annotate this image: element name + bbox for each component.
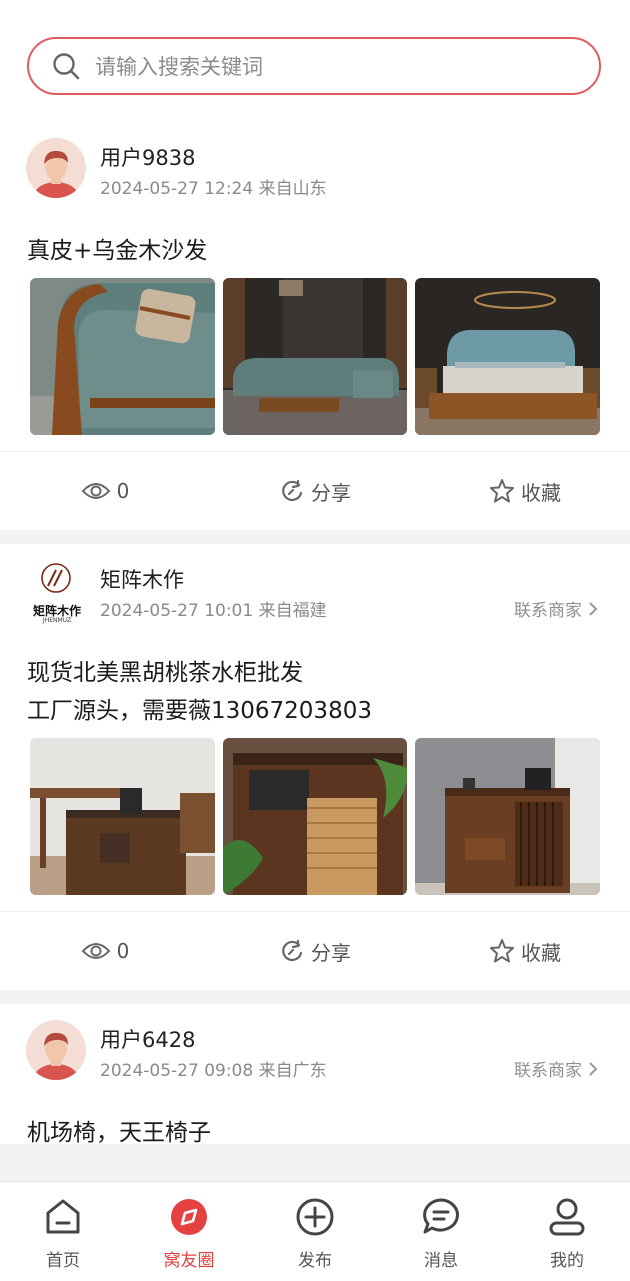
post-text-line: 现货北美黑胡桃茶水柜批发 bbox=[27, 660, 303, 686]
search-bar[interactable]: 请输入搜索关键词 bbox=[27, 37, 601, 95]
post-header: 矩阵木作 JHENMUZ 矩阵木作 2024-05-27 10:01 来自福建 … bbox=[0, 544, 630, 640]
post-actions: 0 分享 收藏 bbox=[0, 451, 630, 530]
post-header: 用户6428 2024-05-27 09:08 来自广东 联系商家 bbox=[0, 1004, 630, 1100]
collect-button[interactable]: 收藏 bbox=[420, 937, 630, 966]
avatar[interactable] bbox=[26, 1020, 86, 1080]
tab-circle[interactable]: 窝友圈 bbox=[126, 1182, 252, 1281]
contact-merchant-link[interactable]: 联系商家 bbox=[514, 1056, 598, 1081]
post-photo[interactable] bbox=[30, 738, 215, 895]
post-text-line: 工厂源头，需要薇13067203803 bbox=[27, 698, 372, 724]
share-label: 分享 bbox=[311, 480, 351, 505]
contact-merchant-label: 联系商家 bbox=[514, 601, 582, 621]
share-icon bbox=[282, 939, 303, 962]
chevron-right-icon bbox=[589, 1061, 598, 1076]
tab-label: 首页 bbox=[46, 1251, 80, 1271]
post-actions: 0 分享 收藏 bbox=[0, 911, 630, 990]
post-meta: 2024-05-27 09:08 来自广东 bbox=[100, 1061, 327, 1081]
merchant-logo-subtext: JHENMUZ bbox=[42, 617, 72, 624]
home-icon bbox=[46, 1199, 80, 1234]
post-photo[interactable] bbox=[415, 738, 601, 895]
top-bar: 请输入搜索关键词 bbox=[0, 0, 630, 122]
message-icon bbox=[423, 1198, 459, 1234]
post-meta: 2024-05-27 10:01 来自福建 bbox=[100, 601, 327, 621]
bottom-tab-bar: 首页 窝友圈 发布 消息 我的 bbox=[0, 1181, 630, 1281]
plus-circle-icon bbox=[296, 1198, 334, 1236]
tab-label: 我的 bbox=[550, 1251, 584, 1271]
tab-home[interactable]: 首页 bbox=[0, 1182, 126, 1281]
view-count-value: 0 bbox=[116, 939, 130, 963]
share-button[interactable]: 分享 bbox=[210, 477, 420, 506]
post-photo[interactable] bbox=[222, 278, 408, 435]
view-count-value: 0 bbox=[116, 479, 130, 503]
share-label: 分享 bbox=[311, 940, 351, 965]
user-icon bbox=[549, 1198, 585, 1236]
author-name[interactable]: 矩阵木作 bbox=[100, 564, 184, 594]
contact-merchant-label: 联系商家 bbox=[514, 1061, 582, 1081]
tab-publish[interactable]: 发布 bbox=[252, 1182, 378, 1281]
search-input[interactable]: 请输入搜索关键词 bbox=[95, 51, 263, 81]
tab-label: 窝友圈 bbox=[163, 1251, 215, 1271]
post-text-line: 机场椅，天王椅子 bbox=[27, 1120, 211, 1146]
post-photo[interactable] bbox=[222, 738, 408, 895]
author-name[interactable]: 用户9838 bbox=[100, 142, 195, 172]
post-meta: 2024-05-27 12:24 来自山东 bbox=[100, 179, 327, 199]
eye-icon bbox=[81, 943, 110, 959]
chevron-right-icon bbox=[589, 601, 598, 616]
post-text-line: 真皮+乌金木沙发 bbox=[27, 238, 208, 264]
star-icon bbox=[490, 479, 514, 503]
tab-label: 消息 bbox=[424, 1251, 458, 1271]
photo-grid bbox=[0, 270, 630, 435]
post-text: 机场椅，天王椅子 bbox=[0, 1100, 630, 1152]
search-icon bbox=[53, 53, 80, 80]
photo-grid bbox=[0, 730, 630, 895]
star-icon bbox=[490, 939, 514, 963]
contact-merchant-link[interactable]: 联系商家 bbox=[514, 596, 598, 621]
post-text: 现货北美黑胡桃茶水柜批发 工厂源头，需要薇13067203803 bbox=[0, 640, 630, 730]
share-icon bbox=[282, 479, 303, 502]
post-card[interactable]: 用户9838 2024-05-27 12:24 来自山东 真皮+乌金木沙发 0 … bbox=[0, 122, 630, 530]
view-count[interactable]: 0 bbox=[0, 479, 210, 503]
tab-mine[interactable]: 我的 bbox=[504, 1182, 630, 1281]
avatar[interactable] bbox=[26, 138, 86, 198]
post-photo[interactable] bbox=[30, 278, 215, 435]
collect-button[interactable]: 收藏 bbox=[420, 477, 630, 506]
post-photo[interactable] bbox=[415, 278, 601, 435]
author-name[interactable]: 用户6428 bbox=[100, 1024, 195, 1054]
collect-label: 收藏 bbox=[521, 480, 561, 505]
feed: 用户9838 2024-05-27 12:24 来自山东 真皮+乌金木沙发 0 … bbox=[0, 122, 630, 1146]
share-button[interactable]: 分享 bbox=[210, 937, 420, 966]
view-count[interactable]: 0 bbox=[0, 939, 210, 963]
compass-icon bbox=[171, 1199, 207, 1235]
tab-messages[interactable]: 消息 bbox=[378, 1182, 504, 1281]
collect-label: 收藏 bbox=[521, 940, 561, 965]
post-card[interactable]: 用户6428 2024-05-27 09:08 来自广东 联系商家 机场椅，天王… bbox=[0, 1004, 630, 1146]
post-card[interactable]: 矩阵木作 JHENMUZ 矩阵木作 2024-05-27 10:01 来自福建 … bbox=[0, 544, 630, 990]
tab-label: 发布 bbox=[298, 1251, 332, 1271]
post-text: 真皮+乌金木沙发 bbox=[0, 218, 630, 270]
post-header: 用户9838 2024-05-27 12:24 来自山东 bbox=[0, 122, 630, 218]
eye-icon bbox=[81, 483, 110, 499]
